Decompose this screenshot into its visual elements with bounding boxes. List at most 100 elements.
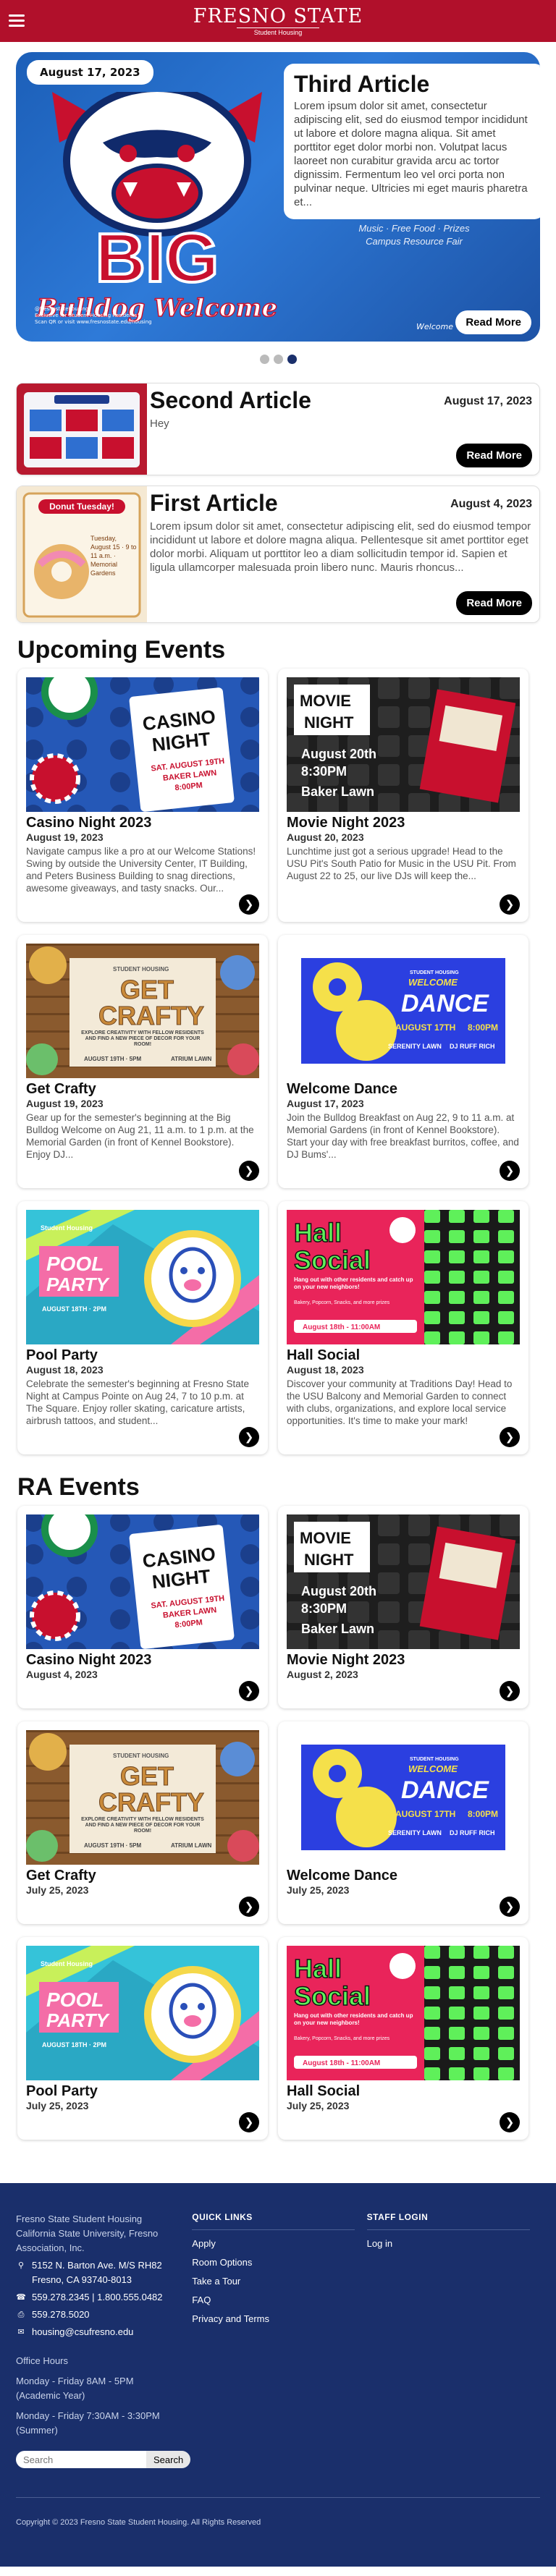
event-card[interactable]: STUDENT HOUSING WELCOME DANCE AUGUST 17TH 8:… <box>278 1721 528 1924</box>
article-card[interactable]: Donut Tuesday! Tuesday, August 15 · 9 to… <box>16 486 540 623</box>
footer-link-apply[interactable]: Apply <box>192 2238 365 2249</box>
event-poster-crafty: STUDENT HOUSING GET CRAFTY EXPLORE CREATIVI… <box>26 944 259 1078</box>
poster-text: EXPLORE CREATIVITY WITH FELLOW RESIDENTS… <box>81 1030 204 1047</box>
poster-text: NIGHT <box>304 1551 354 1569</box>
event-card[interactable]: Student Housing POOL PARTY AUGUST 18TH · 2P… <box>17 1201 268 1454</box>
event-card[interactable]: MOVIE NIGHT August 20th 8:30PM Baker Lawn Mo… <box>278 669 528 922</box>
event-title[interactable]: Welcome Dance <box>287 1868 520 1884</box>
arrow-right-icon[interactable]: ❯ <box>239 1427 259 1447</box>
poster-text: Social <box>294 1981 371 2011</box>
footer-link-faq[interactable]: FAQ <box>192 2295 365 2305</box>
event-title[interactable]: Hall Social <box>287 1347 520 1364</box>
arrow-right-icon[interactable]: ❯ <box>239 1681 259 1701</box>
event-card[interactable]: Hall Social Hang out with other residents … <box>278 1937 528 2140</box>
event-title[interactable]: Hall Social <box>287 2083 520 2100</box>
article-text: Lorem ipsum dolor sit amet, consectetur … <box>150 520 531 574</box>
featured-carousel[interactable]: BIG Bulldog Welcome August 17, 2023 Thir… <box>16 52 540 342</box>
read-more-button[interactable]: Read More <box>455 442 534 469</box>
footer-city: Fresno, CA 93740-8013 <box>32 2274 132 2285</box>
copyright: Copyright © 2023 Fresno State Student Ho… <box>16 2497 540 2527</box>
quick-links: QUICK LINKS Apply Room Options Take a To… <box>190 2212 365 2468</box>
arrow-right-icon[interactable]: ❯ <box>500 894 520 915</box>
footer-contact: Fresno State Student Housing California … <box>16 2212 191 2468</box>
arrow-right-icon[interactable]: ❯ <box>239 894 259 915</box>
event-poster-pool: Student Housing POOL PARTY AUGUST 18TH · 2P… <box>26 1946 259 2080</box>
footer-search-button[interactable]: Search <box>146 2451 191 2468</box>
event-poster-casino: CASINO NIGHT SAT. AUGUST 19TH BAKER LAWN 8:0… <box>26 677 259 812</box>
poster-text: 8:00PM <box>468 1809 498 1819</box>
poster-text: CRAFTY <box>98 1001 204 1030</box>
poster-text: DJ RUFF RICH <box>450 1043 495 1050</box>
carousel-read-more-button[interactable]: Read More <box>455 310 531 334</box>
footer-phone[interactable]: 559.278.2345 | 1.800.555.0482 <box>32 2290 163 2305</box>
fine-print-line: @fresnostatehousing <box>35 306 89 312</box>
poster-text: Hall <box>294 1954 342 1983</box>
footer-link-log-in[interactable]: Log in <box>367 2238 540 2249</box>
image-signature: Welcome <box>416 322 453 331</box>
event-title[interactable]: Casino Night 2023 <box>26 815 259 831</box>
poster-text: AUGUST 19TH · 5PM <box>84 1056 141 1062</box>
event-title[interactable]: Pool Party <box>26 1347 259 1364</box>
event-card[interactable]: Student Housing POOL PARTY AUGUST 18TH · 2P… <box>17 1937 268 2140</box>
event-date: August 19, 2023 <box>26 1098 104 1109</box>
event-title[interactable]: Movie Night 2023 <box>287 1652 520 1669</box>
poster-text: STUDENT HOUSING <box>113 1753 169 1759</box>
poster-text: 8:30PM <box>301 764 347 779</box>
event-description: Celebrate the semester's beginning at Fr… <box>26 1378 250 1426</box>
footer-link-room-options[interactable]: Room Options <box>192 2257 365 2268</box>
poster-text: POOL <box>46 1253 104 1275</box>
event-card[interactable]: STUDENT HOUSING WELCOME DANCE AUGUST 17TH 8:… <box>278 935 528 1188</box>
logo-wordmark: FRESNO STATE <box>193 4 363 27</box>
event-card[interactable]: CASINO NIGHT SAT. AUGUST 19TH BAKER LAWN 8:0… <box>17 669 268 922</box>
footer-link-take-a-tour[interactable]: Take a Tour <box>192 2276 365 2287</box>
upcoming-events-heading: Upcoming Events <box>17 636 226 664</box>
logo-subtitle: Student Housing <box>236 27 320 36</box>
poster-text: Hall <box>294 1218 342 1247</box>
article-body: First Article August 4, 2023 Lorem ipsum… <box>147 486 539 622</box>
event-title[interactable]: Get Crafty <box>26 1868 259 1884</box>
fine-print-line: Exclusive for Student Housing Residents <box>35 313 138 318</box>
carousel-dot[interactable] <box>259 355 269 364</box>
event-card[interactable]: CASINO NIGHT SAT. AUGUST 19TH BAKER LAWN 8:0… <box>17 1506 268 1708</box>
email-icon: ✉ <box>17 2328 25 2336</box>
arrow-right-icon[interactable]: ❯ <box>500 1427 520 1447</box>
poster-text: EXPLORE CREATIVITY WITH FELLOW RESIDENTS… <box>81 1817 204 1834</box>
poster-text: STUDENT HOUSING <box>410 1757 459 1762</box>
event-title[interactable]: Movie Night 2023 <box>287 815 520 831</box>
office-hours-line: Monday - Friday 7:30AM - 3:30PM <box>16 2410 160 2421</box>
event-title[interactable]: Get Crafty <box>26 1081 259 1098</box>
article-thumbnail <box>17 384 147 475</box>
event-description: Lunchtime just got a serious upgrade! He… <box>287 846 516 881</box>
event-title[interactable]: Welcome Dance <box>287 1081 520 1098</box>
event-card[interactable]: STUDENT HOUSING GET CRAFTY EXPLORE CREATIVI… <box>17 1721 268 1924</box>
event-card[interactable]: MOVIE NIGHT August 20th 8:30PM Baker Lawn Mo… <box>278 1506 528 1708</box>
arrow-right-icon[interactable]: ❯ <box>500 1897 520 1917</box>
footer-link-privacy[interactable]: Privacy and Terms <box>192 2313 365 2324</box>
phone-number[interactable]: 559.278.2345 <box>32 2292 90 2302</box>
carousel-dot[interactable] <box>273 355 283 364</box>
arrow-right-icon[interactable]: ❯ <box>500 2112 520 2132</box>
hamburger-icon[interactable] <box>9 14 25 27</box>
poster-text: Baker Lawn <box>301 784 374 799</box>
arrow-right-icon[interactable]: ❯ <box>239 2112 259 2132</box>
poster-text: MOVIE <box>300 1529 351 1547</box>
footer-email[interactable]: housing@csufresno.edu <box>32 2325 133 2339</box>
event-title[interactable]: Casino Night 2023 <box>26 1652 259 1669</box>
arrow-right-icon[interactable]: ❯ <box>239 1897 259 1917</box>
article-card[interactable]: Second Article August 17, 2023 Hey Read … <box>16 383 540 475</box>
event-card[interactable]: Hall Social Hang out with other residents … <box>278 1201 528 1454</box>
poster-text: GET <box>120 975 174 1004</box>
poster-text: AUGUST 17TH <box>395 1809 455 1819</box>
read-more-button[interactable]: Read More <box>455 590 534 617</box>
arrow-right-icon[interactable]: ❯ <box>500 1681 520 1701</box>
arrow-right-icon[interactable]: ❯ <box>500 1161 520 1181</box>
phone-number-tollfree[interactable]: 1.800.555.0482 <box>97 2292 162 2302</box>
event-card[interactable]: STUDENT HOUSING GET CRAFTY EXPLORE CREATIVI… <box>17 935 268 1188</box>
article-body: Second Article August 17, 2023 Hey Read … <box>147 384 539 475</box>
carousel-dot-active[interactable] <box>287 355 297 364</box>
poster-text: Bakery, Popcorn, Snacks, and more prizes <box>294 2036 390 2041</box>
site-logo[interactable]: FRESNO STATE Student Housing <box>193 4 363 36</box>
footer-search-input[interactable] <box>16 2451 146 2468</box>
arrow-right-icon[interactable]: ❯ <box>239 1161 259 1181</box>
event-title[interactable]: Pool Party <box>26 2083 259 2100</box>
